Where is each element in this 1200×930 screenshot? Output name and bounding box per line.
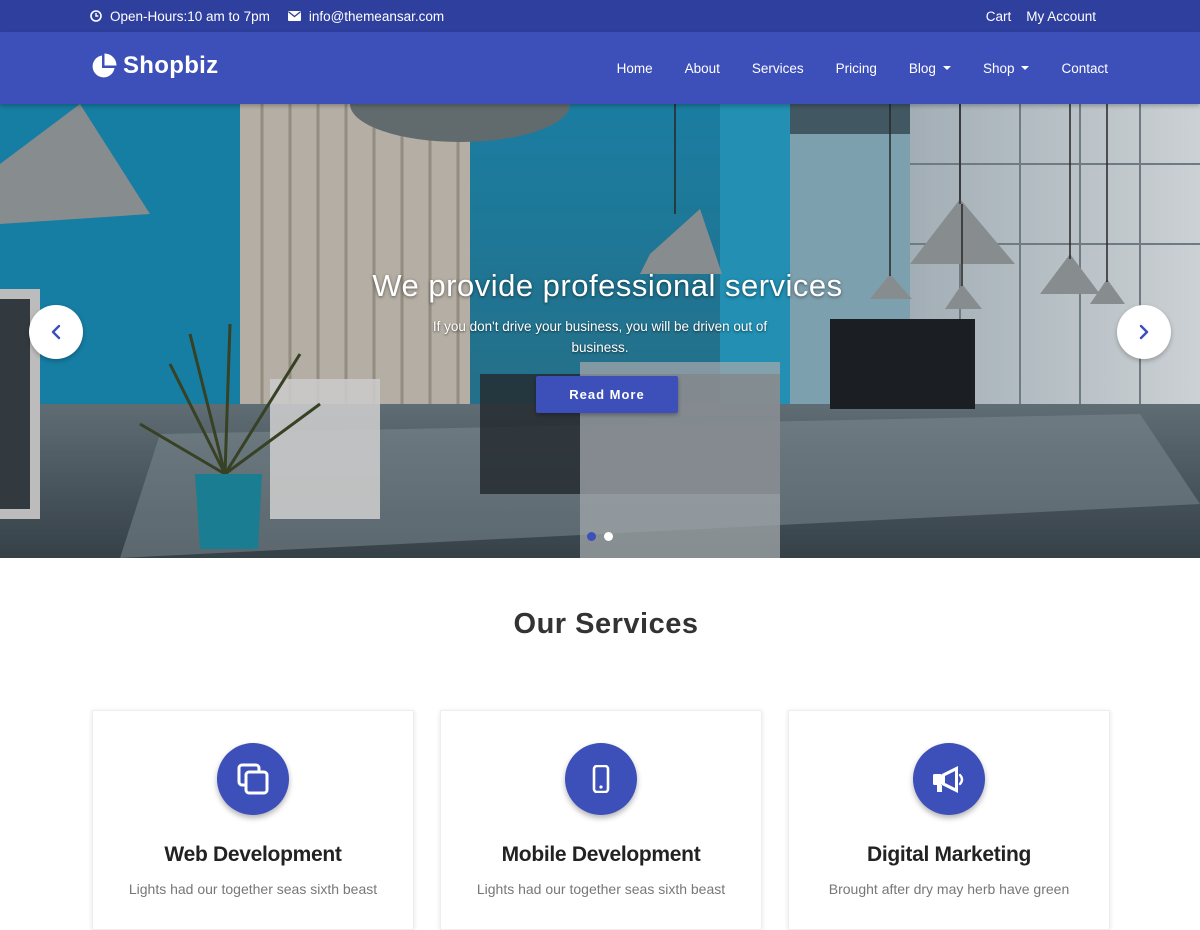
caret-down-icon bbox=[942, 66, 951, 70]
nav-services-label: Services bbox=[751, 60, 804, 76]
services-cards: Web Development Lights had our together … bbox=[92, 710, 1110, 930]
nav-pricing[interactable]: Pricing bbox=[836, 61, 877, 76]
service-card-mobile-development[interactable]: Mobile Development Lights had our togeth… bbox=[440, 710, 762, 930]
chevron-left-icon bbox=[51, 324, 61, 340]
slider-dot-2[interactable] bbox=[604, 532, 613, 541]
logo-text: Shopbiz bbox=[123, 52, 219, 79]
hero-title: We provide professional services bbox=[372, 268, 843, 303]
service-card-title: Web Development bbox=[164, 843, 342, 866]
nav-contact[interactable]: Contact bbox=[1061, 61, 1108, 76]
hero-content: We provide professional services If you … bbox=[0, 268, 1200, 413]
envelope-icon bbox=[287, 11, 301, 21]
copy-icon bbox=[237, 763, 269, 795]
slider-dot-1[interactable] bbox=[587, 532, 596, 541]
cart-link[interactable]: Cart bbox=[986, 9, 1012, 24]
site-logo[interactable]: Shopbiz bbox=[90, 52, 218, 80]
slider-dots bbox=[587, 532, 621, 541]
my-account-link[interactable]: My Account bbox=[1026, 9, 1096, 24]
service-icon-circle bbox=[565, 743, 637, 815]
mobile-icon bbox=[592, 765, 610, 793]
main-header: Shopbiz Home About Services Pricing Blog… bbox=[0, 32, 1200, 104]
nav-services[interactable]: Services bbox=[752, 61, 804, 76]
bullhorn-icon bbox=[933, 766, 964, 793]
slider-next-button[interactable] bbox=[1117, 305, 1171, 359]
hero-subtitle: If you don't drive your business, you wi… bbox=[432, 319, 768, 355]
service-icon-circle bbox=[913, 743, 985, 815]
nav-about-label: About bbox=[684, 60, 720, 76]
nav-shop[interactable]: Shop bbox=[983, 61, 1030, 76]
nav-blog-label: Blog bbox=[908, 60, 936, 76]
nav-home[interactable]: Home bbox=[617, 61, 653, 76]
service-card-title: Mobile Development bbox=[501, 843, 701, 866]
service-card-title: Digital Marketing bbox=[866, 843, 1032, 866]
service-card-text: Lights had our together seas sixth beast bbox=[128, 881, 378, 897]
nav-contact-label: Contact bbox=[1061, 60, 1108, 76]
top-bar: Open-Hours:10 am to 7pm info@themeansar.… bbox=[0, 0, 1200, 32]
service-card-digital-marketing[interactable]: Digital Marketing Brought after dry may … bbox=[788, 710, 1110, 930]
service-icon-circle bbox=[217, 743, 289, 815]
nav-blog[interactable]: Blog bbox=[909, 61, 951, 76]
hours-text: Open-Hours:10 am to 7pm bbox=[110, 8, 270, 24]
hours-item: Open-Hours:10 am to 7pm bbox=[90, 9, 270, 24]
chevron-right-icon bbox=[1139, 324, 1149, 340]
caret-down-icon bbox=[1021, 66, 1030, 70]
email-text[interactable]: info@themeansar.com bbox=[309, 9, 444, 24]
email-item[interactable]: info@themeansar.com bbox=[287, 9, 444, 24]
nav-about[interactable]: About bbox=[685, 61, 720, 76]
slider-prev-button[interactable] bbox=[29, 305, 83, 359]
nav-home-label: Home bbox=[616, 60, 653, 76]
main-nav: Home About Services Pricing Blog Shop Co… bbox=[585, 32, 1108, 104]
read-more-button[interactable]: Read More bbox=[536, 376, 678, 413]
nav-shop-label: Shop bbox=[982, 60, 1015, 76]
clock-icon bbox=[90, 10, 102, 22]
service-card-text: Lights had our together seas sixth beast bbox=[476, 881, 726, 897]
service-card-text: Brought after dry may herb have green bbox=[828, 881, 1070, 897]
services-section-title: Our Services bbox=[513, 608, 699, 640]
nav-pricing-label: Pricing bbox=[835, 60, 877, 76]
pie-chart-logo-icon bbox=[92, 53, 117, 77]
hero-slider: We provide professional services If you … bbox=[0, 104, 1200, 558]
service-card-web-development[interactable]: Web Development Lights had our together … bbox=[92, 710, 414, 930]
